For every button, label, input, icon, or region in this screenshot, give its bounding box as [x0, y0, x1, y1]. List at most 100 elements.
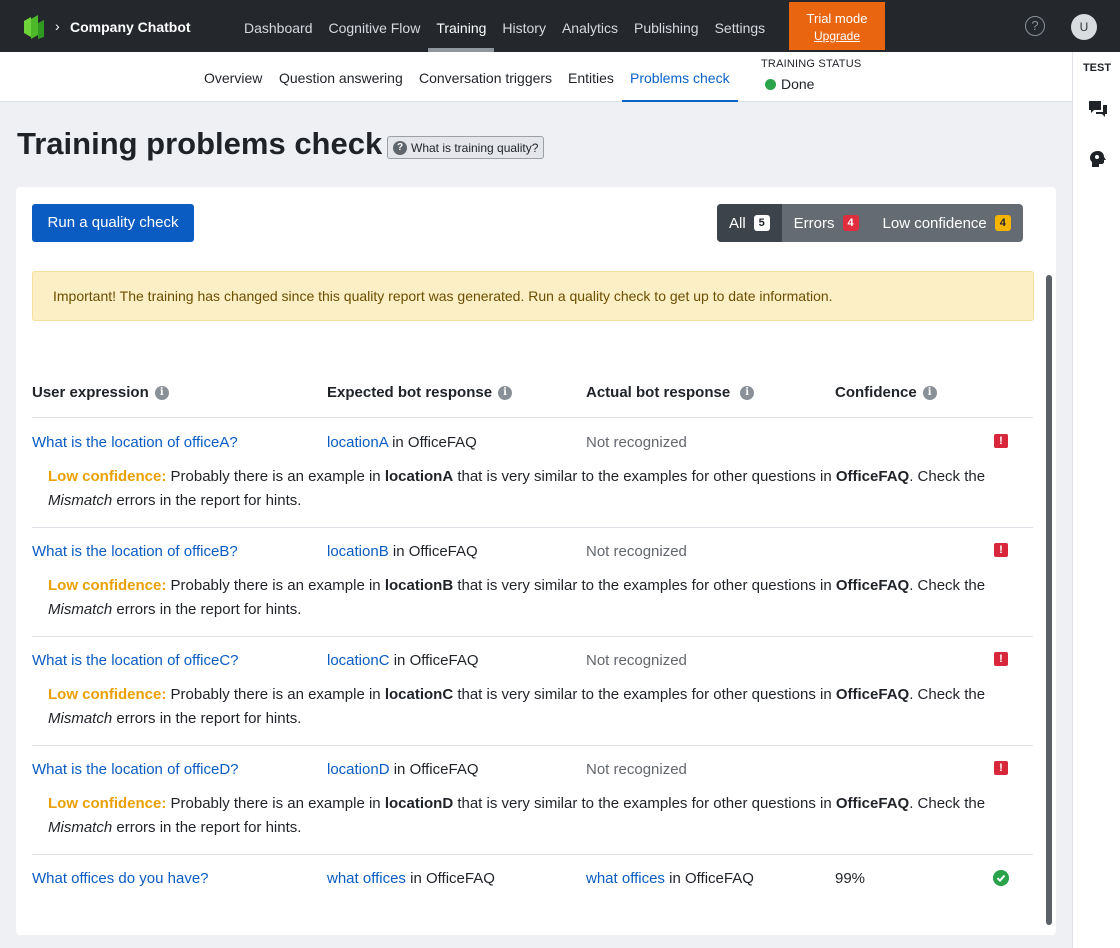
header-actual-response: Actual bot response i — [586, 384, 755, 401]
actual-response: Not recognized — [586, 434, 687, 451]
nav-dashboard[interactable]: Dashboard — [236, 0, 321, 52]
low-confidence-label: Low confidence: — [48, 686, 167, 703]
training-status-value: Done — [781, 76, 815, 92]
header-confidence-label: Confidence — [835, 384, 917, 401]
header-confidence: Confidence i — [835, 384, 937, 401]
expected-group: OfficeFAQ — [425, 870, 495, 887]
filter-low-confidence-count: 4 — [994, 215, 1011, 231]
note-text: . Check the — [909, 468, 986, 485]
outdated-report-warning: Important! The training has changed sinc… — [32, 271, 1034, 321]
run-quality-check-button[interactable]: Run a quality check — [32, 204, 194, 242]
info-icon[interactable]: i — [740, 385, 755, 400]
note-intent: locationC — [384, 686, 454, 703]
note-mismatch: Mismatch — [48, 819, 113, 836]
actual-group: OfficeFAQ — [684, 870, 754, 887]
filter-all-label: All — [729, 214, 746, 232]
filter-all[interactable]: All 5 — [717, 204, 782, 242]
error-icon: ! — [994, 761, 1008, 775]
app-logo-icon[interactable] — [22, 15, 46, 39]
note-text: that is very similar to the examples for… — [457, 686, 832, 703]
check-circle-icon — [993, 870, 1009, 886]
table-row: What offices do you have? what offices i… — [32, 870, 1033, 900]
training-quality-help-button[interactable]: ? What is training quality? — [387, 136, 545, 159]
filter-errors-label: Errors — [793, 214, 835, 232]
avatar[interactable]: U — [1071, 14, 1097, 40]
user-expression-link[interactable]: What is the location of officeA? — [32, 434, 238, 451]
trial-mode-banner: Trial mode Upgrade — [789, 2, 885, 50]
nav-publishing[interactable]: Publishing — [626, 0, 707, 52]
info-icon[interactable]: i — [154, 385, 169, 400]
note-text: . Check the — [909, 795, 986, 812]
note-text: errors in the report for hints. — [116, 819, 302, 836]
nav-analytics[interactable]: Analytics — [554, 0, 626, 52]
note-text: Probably there is an example in — [170, 686, 381, 703]
test-side-rail: TEST — [1072, 52, 1120, 948]
scrollbar[interactable] — [1046, 275, 1052, 925]
chevron-right-icon: › — [55, 18, 60, 34]
in-word: in — [410, 870, 422, 887]
header-divider — [32, 417, 1033, 418]
nav-cognitive-flow[interactable]: Cognitive Flow — [321, 0, 429, 52]
header-user-expression-label: User expression — [32, 384, 149, 401]
user-expression-link[interactable]: What is the location of officeB? — [32, 543, 238, 560]
in-word: in — [392, 543, 405, 560]
note-text: that is very similar to the examples for… — [457, 795, 832, 812]
training-status-label: TRAINING STATUS — [761, 58, 862, 70]
row-divider — [32, 854, 1033, 855]
tab-entities[interactable]: Entities — [568, 52, 614, 102]
info-icon[interactable]: i — [922, 385, 937, 400]
expected-intent-link[interactable]: locationC — [327, 652, 390, 669]
nav-history[interactable]: History — [494, 0, 554, 52]
app-name[interactable]: Company Chatbot — [70, 19, 191, 35]
filter-low-confidence[interactable]: Low confidence 4 — [871, 204, 1023, 242]
note-text: errors in the report for hints. — [116, 710, 302, 727]
note-intent: locationD — [384, 795, 454, 812]
low-confidence-label: Low confidence: — [48, 577, 167, 594]
info-icon[interactable]: i — [498, 385, 513, 400]
tab-conversation-triggers[interactable]: Conversation triggers — [419, 52, 552, 102]
error-icon: ! — [994, 434, 1008, 448]
training-status: Done — [765, 76, 814, 92]
chat-bubbles-icon[interactable] — [1088, 100, 1108, 118]
actual-intent-link[interactable]: what offices — [586, 870, 665, 887]
low-confidence-note: Low confidence: Probably there is an exa… — [48, 465, 1023, 513]
trial-mode-label: Trial mode — [806, 11, 868, 26]
filter-all-count: 5 — [753, 215, 770, 231]
note-text: . Check the — [909, 577, 986, 594]
user-expression-link[interactable]: What is the location of officeD? — [32, 761, 239, 778]
help-icon[interactable]: ? — [1025, 16, 1045, 36]
expected-group: OfficeFAQ — [409, 652, 479, 669]
note-group: OfficeFAQ — [835, 468, 910, 485]
tab-problems-check[interactable]: Problems check — [622, 52, 738, 102]
expected-intent-link[interactable]: locationD — [327, 761, 390, 778]
filter-errors[interactable]: Errors 4 — [782, 204, 871, 242]
tab-overview[interactable]: Overview — [204, 52, 262, 102]
expected-response: what offices in OfficeFAQ — [327, 870, 495, 887]
header-user-expression: User expression i — [32, 384, 169, 401]
low-confidence-label: Low confidence: — [48, 795, 167, 812]
header-expected-response: Expected bot response i — [327, 384, 513, 401]
expected-group: OfficeFAQ — [408, 543, 478, 560]
expected-intent-link[interactable]: locationA — [327, 434, 388, 451]
user-expression-link[interactable]: What is the location of officeC? — [32, 652, 239, 669]
upgrade-link[interactable]: Upgrade — [789, 29, 885, 43]
expected-intent-link[interactable]: locationB — [327, 543, 389, 560]
note-text: Probably there is an example in — [170, 577, 381, 594]
note-text: Probably there is an example in — [170, 795, 381, 812]
expected-intent-link[interactable]: what offices — [327, 870, 406, 887]
filter-segmented-control: All 5 Errors 4 Low confidence 4 — [717, 204, 1023, 242]
nav-settings[interactable]: Settings — [707, 0, 774, 52]
in-word: in — [393, 761, 406, 778]
note-group: OfficeFAQ — [835, 686, 910, 703]
expected-response: locationA in OfficeFAQ — [327, 434, 477, 451]
in-word: in — [393, 652, 406, 669]
nav-training[interactable]: Training — [428, 0, 495, 52]
user-expression-link[interactable]: What offices do you have? — [32, 870, 209, 887]
help-button-label: What is training quality? — [411, 140, 539, 155]
tab-question-answering[interactable]: Question answering — [279, 52, 403, 102]
low-confidence-note: Low confidence: Probably there is an exa… — [48, 574, 1023, 622]
low-confidence-label: Low confidence: — [48, 468, 167, 485]
brain-icon[interactable] — [1089, 150, 1107, 168]
confidence-value: 99% — [835, 870, 866, 887]
test-label[interactable]: TEST — [1073, 62, 1120, 74]
